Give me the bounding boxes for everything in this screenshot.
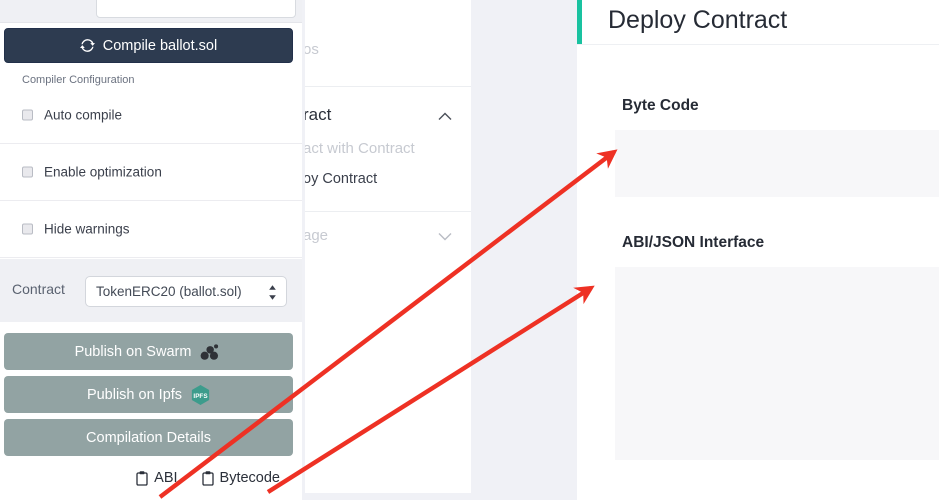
- copy-abi-button[interactable]: ABI: [136, 470, 178, 486]
- svg-text:IPFS: IPFS: [193, 393, 207, 400]
- clipped-section-contract: ract: [305, 105, 332, 124]
- option-row-enable-optimization[interactable]: Enable optimization: [0, 144, 302, 201]
- enable-optimization-checkbox[interactable]: [22, 166, 33, 178]
- clipboard-icon: [201, 470, 214, 486]
- option-row-hide-warnings[interactable]: Hide warnings: [0, 201, 302, 258]
- mid-divider-bottom: [305, 211, 471, 212]
- clipped-section-storage: age: [305, 227, 329, 244]
- auto-compile-checkbox[interactable]: [22, 109, 33, 121]
- copy-bytecode-button[interactable]: Bytecode: [201, 470, 280, 486]
- contract-label: Contract: [12, 281, 65, 297]
- copy-links-row: ABI Bytecode: [0, 470, 302, 486]
- deploy-contract-panel: Deploy Contract Byte Code ABI/JSON Inter…: [577, 0, 939, 500]
- clipped-item-0: os: [305, 41, 319, 58]
- abi-json-interface-heading: ABI/JSON Interface: [622, 234, 765, 251]
- enable-optimization-label: Enable optimization: [44, 164, 162, 180]
- option-row-auto-compile[interactable]: Auto compile: [0, 87, 302, 144]
- clipped-item-deploy-contract[interactable]: oy Contract: [305, 171, 377, 187]
- publish-on-swarm-label: Publish on Swarm: [74, 343, 192, 360]
- compilation-details-label: Compilation Details: [86, 429, 211, 446]
- hide-warnings-label: Hide warnings: [44, 221, 130, 237]
- run-tab-panel: os ract act with Contract oy Contract ag…: [305, 0, 471, 493]
- byte-code-heading: Byte Code: [622, 97, 699, 114]
- accent-bar: [577, 0, 582, 44]
- copy-bytecode-label: Bytecode: [219, 470, 280, 486]
- chevron-up-icon[interactable]: [438, 112, 452, 121]
- clipboard-icon: [136, 470, 148, 486]
- contract-select-value: TokenERC20 (ballot.sol): [96, 284, 242, 299]
- abi-json-interface-value-box[interactable]: [615, 267, 939, 460]
- publish-on-swarm-button[interactable]: Publish on Swarm: [4, 333, 293, 370]
- byte-code-value-box[interactable]: [615, 130, 939, 197]
- publish-on-ipfs-button[interactable]: Publish on Ipfs IPFS: [4, 376, 293, 413]
- sync-icon: [79, 39, 95, 52]
- chevron-updown-icon: [269, 285, 276, 300]
- compile-button[interactable]: Compile ballot.sol: [4, 28, 293, 63]
- clipped-item-interact-with-contract[interactable]: act with Contract: [305, 140, 415, 157]
- compilation-details-button[interactable]: Compilation Details: [4, 419, 293, 456]
- top-strip: [0, 0, 302, 23]
- mid-divider-top: [305, 86, 471, 87]
- solidity-compiler-panel: Compile ballot.sol Compiler Configuratio…: [0, 0, 302, 500]
- publish-on-ipfs-label: Publish on Ipfs: [86, 386, 183, 403]
- contract-select[interactable]: TokenERC20 (ballot.sol): [85, 276, 287, 307]
- auto-compile-label: Auto compile: [44, 107, 123, 123]
- header-divider: [577, 44, 939, 45]
- swarm-icon: [201, 344, 219, 360]
- compile-button-label: Compile ballot.sol: [102, 37, 218, 54]
- compiler-configuration-label: Compiler Configuration: [22, 74, 135, 86]
- copy-abi-label: ABI: [154, 470, 178, 486]
- page-title: Deploy Contract: [608, 6, 788, 34]
- chevron-down-icon[interactable]: [438, 232, 452, 241]
- ipfs-icon: IPFS: [191, 384, 210, 405]
- compiler-version-input[interactable]: [96, 0, 296, 18]
- hide-warnings-checkbox[interactable]: [22, 223, 33, 235]
